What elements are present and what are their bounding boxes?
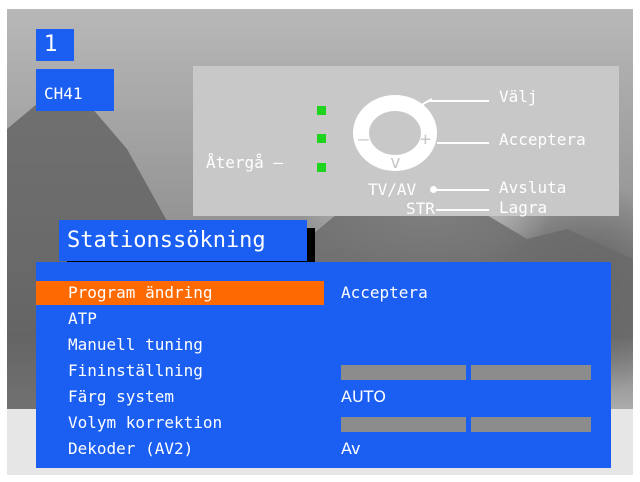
volume-bar-right xyxy=(471,417,591,432)
menu-item-volume-correction[interactable]: Volym korrektion xyxy=(36,411,324,435)
exit-line xyxy=(436,189,489,191)
select-line xyxy=(429,100,489,102)
accept-label: Acceptera xyxy=(499,130,586,149)
menu-value-decoder-av2: Av xyxy=(341,439,361,458)
menu-item-program-change[interactable]: Program ändring xyxy=(36,281,324,305)
store-line xyxy=(436,209,489,211)
remote-help-panel: Återgå – ^ v + – Välj Acceptera TV/AV Av… xyxy=(193,66,619,218)
back-label: Återgå – xyxy=(206,153,284,172)
menu-item-atp[interactable]: ATP xyxy=(36,307,324,331)
up-arrow: ^ xyxy=(388,80,399,101)
menu-item-decoder-av2[interactable]: Dekoder (AV2) xyxy=(36,437,324,461)
fine-tuning-bar-left xyxy=(341,365,466,380)
menu-item-fine-tuning[interactable]: Fininställning xyxy=(36,359,324,383)
menu-item-color-system[interactable]: Färg system xyxy=(36,385,324,409)
exit-label: Avsluta xyxy=(499,178,567,197)
accept-line xyxy=(437,142,489,144)
menu-value-program-change: Acceptera xyxy=(341,283,428,302)
minus-sign: – xyxy=(358,129,369,150)
channel-number: 1 xyxy=(36,29,74,61)
led-indicator-icon xyxy=(317,163,326,172)
plus-sign: + xyxy=(420,129,431,150)
tv-screen: 1 CH41 Återgå – ^ v + – Välj Acceptera T… xyxy=(7,9,633,475)
store-label: Lagra xyxy=(499,198,548,217)
menu-item-manual-tuning[interactable]: Manuell tuning xyxy=(36,333,324,357)
led-indicator-icon xyxy=(317,134,326,143)
select-label: Välj xyxy=(499,87,538,106)
station-search-menu: Program ändring Acceptera ATP Manuell tu… xyxy=(36,262,611,468)
fine-tuning-bar-right xyxy=(471,365,591,380)
channel-name: CH41 xyxy=(36,69,114,111)
led-indicator-icon xyxy=(317,106,326,115)
down-arrow: v xyxy=(390,152,401,173)
volume-bar-left xyxy=(341,417,466,432)
exit-key: TV/AV xyxy=(368,180,417,199)
store-key: STR xyxy=(406,199,435,218)
menu-title: Stationssökning xyxy=(59,220,307,261)
menu-value-color-system: AUTO xyxy=(341,387,387,406)
